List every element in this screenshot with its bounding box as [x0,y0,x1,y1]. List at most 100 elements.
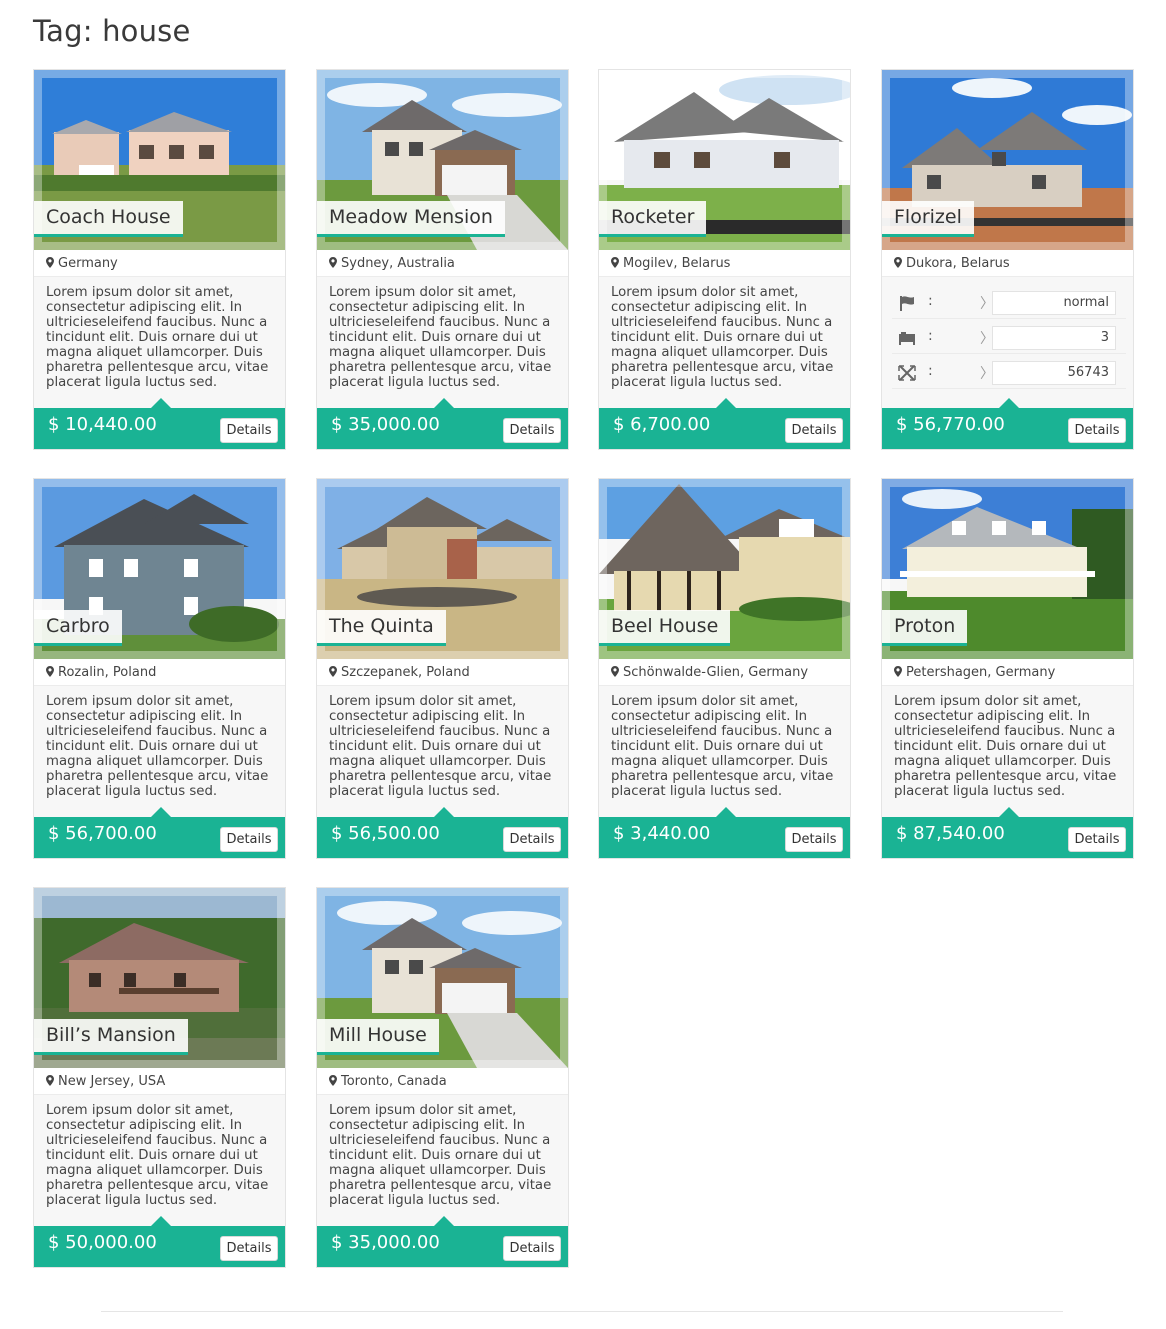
price-bar: $ 50,000.00 Details [34,1216,285,1267]
listing-location: Petershagen, Germany [882,659,1133,686]
listing-card: Rocketer Mogilev, Belarus Lorem ipsum do… [598,69,851,450]
listing-card: Carbro Rozalin, Poland Lorem ipsum dolor… [33,478,286,859]
area-icon [898,365,916,381]
listing-description: Lorem ipsum dolor sit amet, consectetur … [894,694,1117,799]
details-button[interactable]: Details [220,1236,278,1261]
listing-price: $ 56,700.00 [48,823,157,844]
listing-location: Sydney, Australia [317,250,568,277]
listing-location: Mogilev, Belarus [599,250,850,277]
map-marker-icon [46,1075,54,1086]
price-bar: $ 87,540.00 Details [882,807,1133,858]
location-text: Germany [58,256,118,271]
listing-description: Lorem ipsum dolor sit amet, consectetur … [46,1103,269,1208]
map-marker-icon [894,666,902,677]
details-button[interactable]: Details [220,827,278,852]
flag-icon [900,296,914,311]
listing-stats: : 〉 normal : 〉 3 : 〉 56743 [882,283,1133,403]
listing-card: Mill House Toronto, Canada Lorem ipsum d… [316,887,569,1268]
details-button[interactable]: Details [503,1236,561,1261]
listing-card: Florizel Dukora, Belarus : 〉 normal : 〉 … [881,69,1134,450]
price-bar: $ 6,700.00 Details [599,398,850,449]
listing-title[interactable]: Mill House [317,1019,439,1055]
location-text: Szczepanek, Poland [341,665,470,680]
listing-description: Lorem ipsum dolor sit amet, consectetur … [46,694,269,799]
stat-row-area: : 〉 56743 [892,357,1126,389]
listing-description: Lorem ipsum dolor sit amet, consectetur … [46,285,269,390]
listing-card: Meadow Mension Sydney, Australia Lorem i… [316,69,569,450]
listing-price: $ 56,500.00 [331,823,440,844]
listing-title[interactable]: The Quinta [317,610,446,646]
listing-title[interactable]: Beel House [599,610,731,646]
details-button[interactable]: Details [1068,418,1126,443]
stat-value: 56743 [992,361,1116,385]
listing-title[interactable]: Carbro [34,610,122,646]
stat-value: normal [992,291,1116,315]
listing-price: $ 6,700.00 [613,414,711,435]
listing-description: Lorem ipsum dolor sit amet, consectetur … [329,1103,552,1208]
map-marker-icon [611,666,619,677]
map-marker-icon [46,257,54,268]
listing-description: Lorem ipsum dolor sit amet, consectetur … [329,285,552,390]
price-bar: $ 56,770.00 Details [882,398,1133,449]
listing-location: Toronto, Canada [317,1068,568,1095]
location-text: Rozalin, Poland [58,665,157,680]
stat-row-status: : 〉 normal [892,287,1126,319]
listing-location: Dukora, Belarus [882,250,1133,277]
location-text: Toronto, Canada [341,1074,447,1089]
stat-row-beds: : 〉 3 [892,322,1126,354]
details-button[interactable]: Details [220,418,278,443]
details-button[interactable]: Details [503,827,561,852]
listing-card: Proton Petershagen, Germany Lorem ipsum … [881,478,1134,859]
listing-title[interactable]: Bill’s Mansion [34,1019,188,1055]
details-button[interactable]: Details [785,827,843,852]
listing-description: Lorem ipsum dolor sit amet, consectetur … [329,694,552,799]
details-button[interactable]: Details [503,418,561,443]
listing-card: Coach House Germany Lorem ipsum dolor si… [33,69,286,450]
listing-title[interactable]: Rocketer [599,201,707,237]
listing-location: Rozalin, Poland [34,659,285,686]
listing-description: Lorem ipsum dolor sit amet, consectetur … [611,285,834,390]
location-text: Dukora, Belarus [906,256,1010,271]
listing-location: Szczepanek, Poland [317,659,568,686]
listing-price: $ 87,540.00 [896,823,1005,844]
listing-price: $ 56,770.00 [896,414,1005,435]
map-marker-icon [329,1075,337,1086]
map-marker-icon [329,666,337,677]
stat-value: 3 [992,326,1116,350]
listing-card: The Quinta Szczepanek, Poland Lorem ipsu… [316,478,569,859]
listing-price: $ 35,000.00 [331,414,440,435]
listing-card: Bill’s Mansion New Jersey, USA Lorem ips… [33,887,286,1268]
listing-description: Lorem ipsum dolor sit amet, consectetur … [611,694,834,799]
location-text: Schönwalde-Glien, Germany [623,665,809,680]
listing-location: Germany [34,250,285,277]
map-marker-icon [611,257,619,268]
location-text: Petershagen, Germany [906,665,1056,680]
footer-divider [101,1311,1063,1312]
map-marker-icon [329,257,337,268]
listing-title[interactable]: Meadow Mension [317,201,505,237]
listing-card: Beel House Schönwalde-Glien, Germany Lor… [598,478,851,859]
price-bar: $ 56,700.00 Details [34,807,285,858]
price-bar: $ 56,500.00 Details [317,807,568,858]
details-button[interactable]: Details [1068,827,1126,852]
location-text: New Jersey, USA [58,1074,166,1089]
listings-grid: Coach House Germany Lorem ipsum dolor si… [33,69,1134,1279]
location-text: Mogilev, Belarus [623,256,731,271]
listing-price: $ 50,000.00 [48,1232,157,1253]
listing-location: New Jersey, USA [34,1068,285,1095]
page-title: Tag: house [33,14,191,48]
price-bar: $ 3,440.00 Details [599,807,850,858]
listing-price: $ 10,440.00 [48,414,157,435]
map-marker-icon [46,666,54,677]
map-marker-icon [894,257,902,268]
details-button[interactable]: Details [785,418,843,443]
listing-title[interactable]: Florizel [882,201,974,237]
listing-title[interactable]: Proton [882,610,968,646]
location-text: Sydney, Australia [341,256,455,271]
listing-location: Schönwalde-Glien, Germany [599,659,850,686]
listing-title[interactable]: Coach House [34,201,183,237]
listing-price: $ 3,440.00 [613,823,711,844]
price-bar: $ 10,440.00 Details [34,398,285,449]
price-bar: $ 35,000.00 Details [317,1216,568,1267]
listing-price: $ 35,000.00 [331,1232,440,1253]
